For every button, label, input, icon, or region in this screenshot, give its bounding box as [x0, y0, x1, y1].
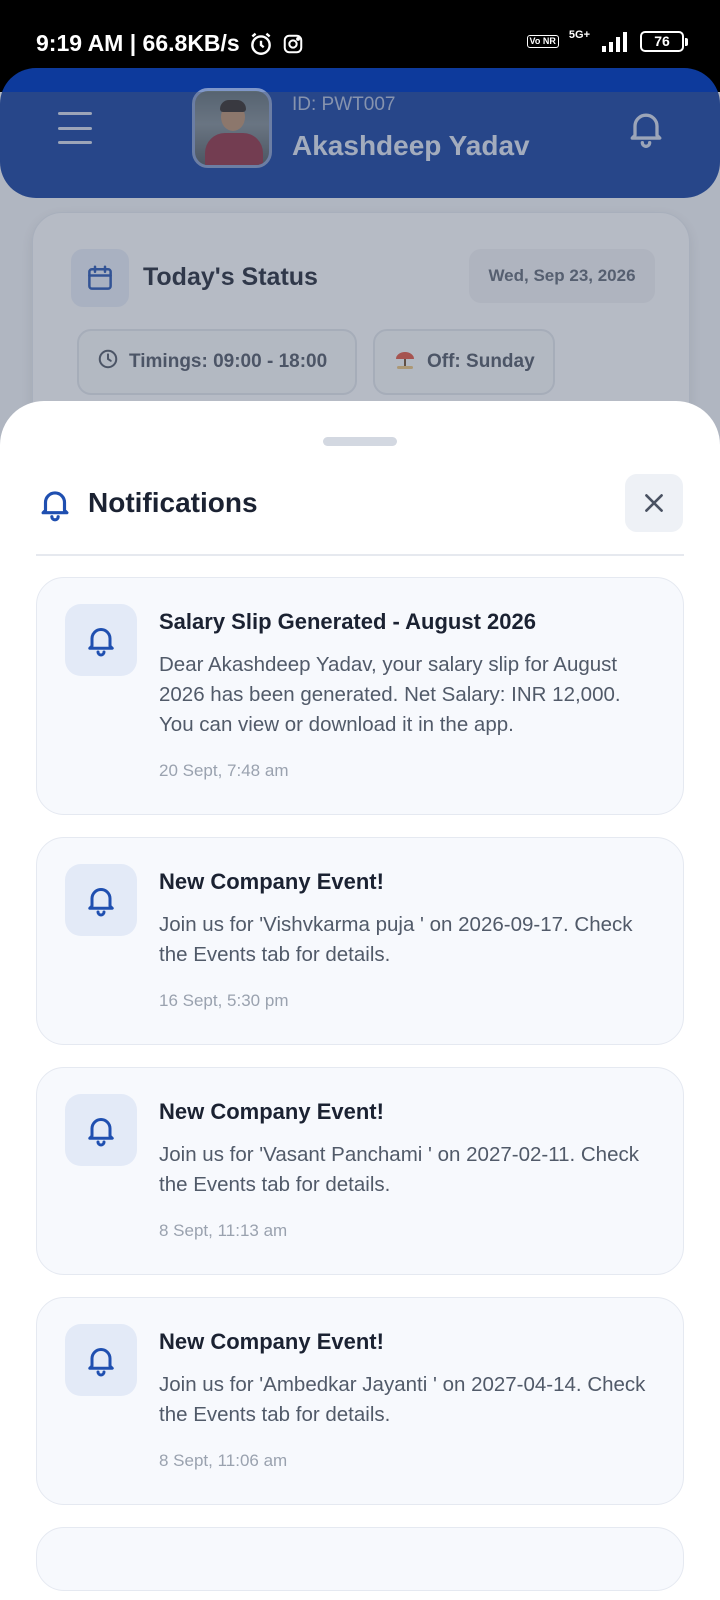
notification-body: Join us for 'Ambedkar Jayanti ' on 2027-… [159, 1373, 646, 1426]
drag-handle[interactable] [323, 437, 397, 446]
network-type-label: 5G+ [568, 28, 590, 41]
notification-card[interactable]: New Company Event! Join us for 'Vasant P… [36, 1067, 684, 1275]
notifications-sheet: Notifications Salary Slip Generated - Au… [0, 401, 720, 1600]
notifications-title: Notifications [88, 487, 258, 518]
bell-icon [65, 864, 137, 936]
notification-list: Salary Slip Generated - August 2026 Dear… [36, 577, 684, 1600]
battery-icon: 76 [640, 30, 688, 52]
bell-icon [65, 1324, 137, 1396]
close-button[interactable] [625, 474, 683, 532]
notification-title: Salary Slip Generated - August 2026 [159, 609, 536, 634]
notification-card[interactable]: Salary Slip Generated - August 2026 Dear… [36, 577, 684, 815]
notification-body: Join us for 'Vishvkarma puja ' on 2026-0… [159, 913, 633, 966]
notification-title: New Company Event! [159, 869, 384, 894]
notification-title: New Company Event! [159, 1329, 384, 1354]
status-time: 9:19 AM | 66.8KB/s [36, 30, 240, 56]
status-bar-right: Vo NR 5G+ 76 [526, 28, 688, 52]
notification-time: 20 Sept, 7:48 am [159, 761, 289, 780]
notification-card[interactable]: New Company Event! Join us for 'Ambedkar… [36, 1297, 684, 1505]
alarm-icon [248, 31, 274, 57]
notification-body: Join us for 'Vasant Panchami ' on 2027-0… [159, 1143, 639, 1196]
notification-title: New Company Event! [159, 1099, 384, 1124]
notification-time: 8 Sept, 11:06 am [159, 1451, 288, 1470]
notification-card-partial[interactable] [36, 1527, 684, 1591]
notifications-bell-icon [36, 485, 74, 523]
divider [36, 554, 684, 556]
close-icon [645, 494, 663, 512]
notification-time: 16 Sept, 5:30 pm [159, 991, 289, 1010]
notification-card[interactable]: New Company Event! Join us for 'Vishvkar… [36, 837, 684, 1045]
bell-icon [65, 1094, 137, 1166]
instagram-icon [282, 33, 304, 55]
battery-level: 76 [654, 33, 670, 49]
notification-time: 8 Sept, 11:13 am [159, 1221, 288, 1240]
app-screen: 9:19 AM | 66.8KB/s Vo NR 5G+ 76 ID: PWT0… [0, 0, 720, 1600]
volte-icon: Vo NR [526, 34, 559, 48]
bell-icon [65, 604, 137, 676]
notification-body: Dear Akashdeep Yadav, your salary slip f… [159, 653, 621, 736]
signal-icon [600, 30, 630, 52]
status-bar-left: 9:19 AM | 66.8KB/s [36, 30, 304, 57]
